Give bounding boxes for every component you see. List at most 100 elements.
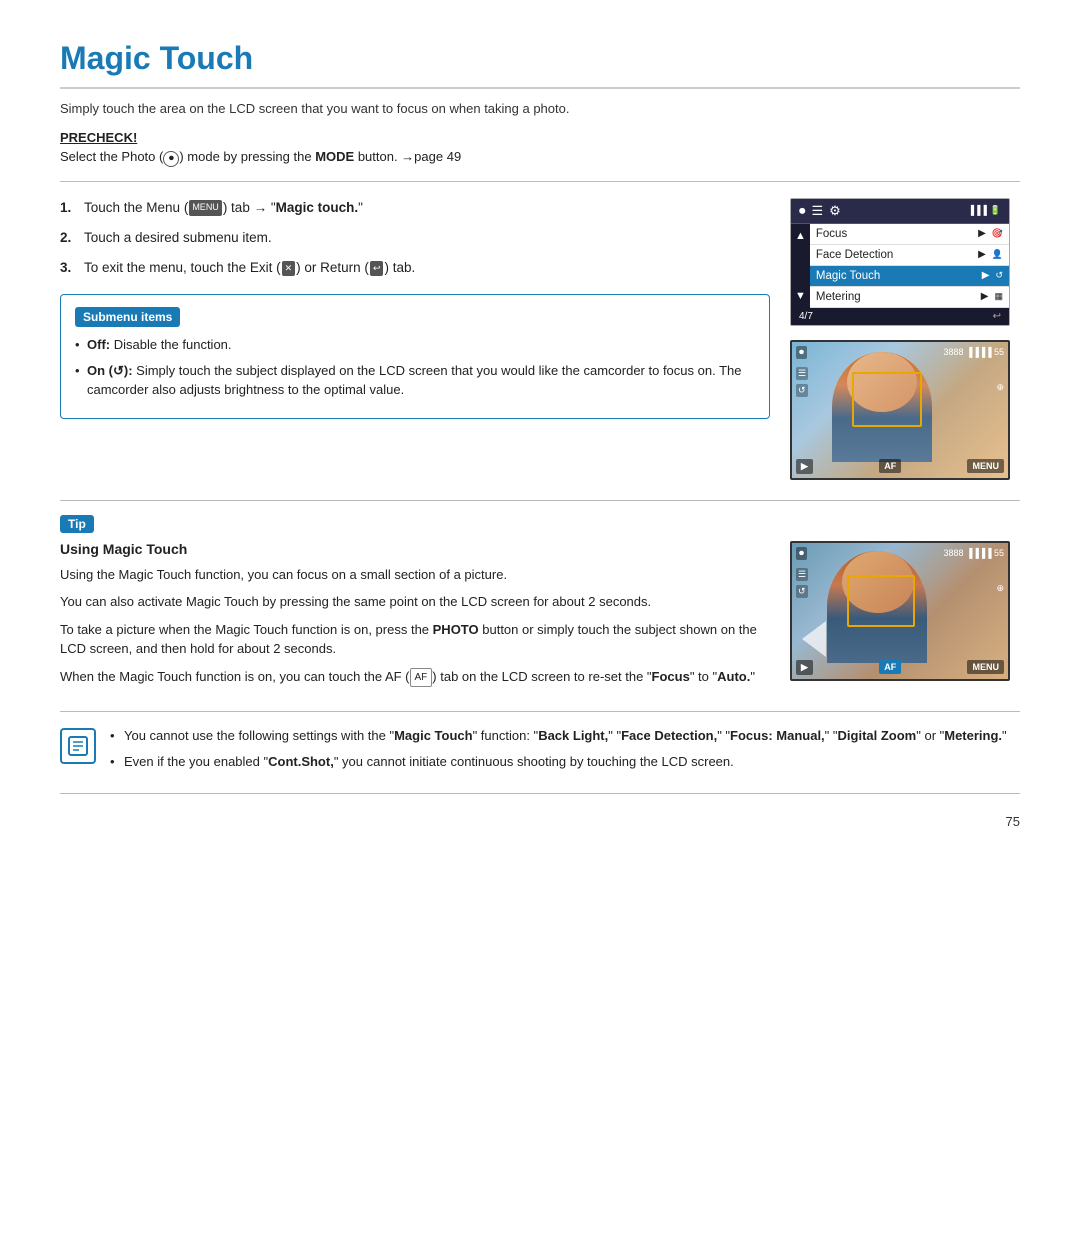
page-number: 75	[60, 814, 1020, 829]
return-icon: ↩	[370, 261, 384, 277]
photo-mode-icon: ⏺	[163, 151, 179, 167]
lcd-af-btn-1[interactable]: AF	[879, 459, 901, 473]
lcd-zoom-icon-2: ⊕	[996, 583, 1004, 594]
lcd-mode-icon-2: ↺	[796, 585, 808, 598]
tip-para-3: To take a picture when the Magic Touch f…	[60, 620, 770, 659]
focus-box-1	[852, 372, 922, 427]
tip-label-wrapper: Tip	[60, 515, 1020, 541]
lcd-photo-icon-2: ☰	[796, 568, 808, 581]
tip-para-4: When the Magic Touch function is on, you…	[60, 667, 770, 687]
notes-body: You cannot use the following settings wi…	[110, 726, 1020, 779]
menu-row-magic-arrow: ▶	[982, 270, 990, 281]
af-button-label: AF	[410, 668, 433, 687]
notes-section: You cannot use the following settings wi…	[60, 711, 1020, 794]
lcd-menu-btn-2[interactable]: MENU	[967, 660, 1004, 674]
lcd-zoom-icon-1: ⊕	[996, 382, 1004, 393]
battery-signal-icons: ▐▐▐ 🔋	[968, 205, 1001, 216]
lcd-mode-icon-1: ↺	[796, 384, 808, 397]
menu-nav-col: ▲ ▼	[791, 224, 810, 308]
lcd-right-icons-1: ⊕	[996, 382, 1004, 393]
camera-icon: ⏺	[799, 203, 806, 219]
menu-row-magic-icon: ↺	[995, 270, 1003, 281]
tip-body: Using the Magic Touch function, you can …	[60, 565, 770, 687]
menu-row-focus-arrow: ▶	[978, 228, 986, 239]
precheck-label: PRECHECK!	[60, 130, 1020, 145]
note-svg-icon	[66, 734, 90, 758]
tip-right-col: ⏺ 3888 ▐▐▐▐ 55 ☰ ↺ ⊕ ▶ AF MENU	[790, 541, 1020, 695]
note-item-2: Even if the you enabled "Cont.Shot," you…	[110, 752, 1020, 772]
menu-row-focus-label: Focus	[816, 228, 972, 240]
notes-list: You cannot use the following settings wi…	[110, 726, 1020, 772]
left-column: 1. Touch the Menu (MENU) tab → "Magic to…	[60, 198, 770, 480]
step-3-text: To exit the menu, touch the Exit (✕) or …	[84, 258, 415, 278]
menu-row-magic-touch[interactable]: Magic Touch ▶ ↺	[810, 266, 1009, 287]
submenu-header: Submenu items	[75, 307, 180, 327]
lcd-left-icons-1: ☰ ↺	[796, 367, 808, 397]
lcd-menu-btn-1[interactable]: MENU	[967, 459, 1004, 473]
step-1-text: Touch the Menu (MENU) tab → "Magic touch…	[84, 198, 363, 218]
submenu-item-off: Off: Disable the function.	[75, 335, 755, 355]
menu-row-magic-label: Magic Touch	[816, 270, 976, 282]
lcd-bottom-bar-1: ▶ AF MENU	[796, 459, 1004, 474]
submenu-items-list: Off: Disable the function. On (↺): Simpl…	[75, 335, 755, 400]
gear-icon: ⚙	[829, 203, 841, 219]
lcd-bottom-bar-2: ▶ AF MENU	[796, 660, 1004, 675]
step-3-num: 3.	[60, 258, 78, 278]
lcd-screenshot-1: ⏺ 3888 ▐▐▐▐ 55 ☰ ↺ ⊕ ▶ AF MENU	[790, 340, 1010, 480]
lcd-top-right-1: 3888 ▐▐▐▐ 55	[943, 347, 1004, 357]
step-2: 2. Touch a desired submenu item.	[60, 228, 770, 248]
menu-row-metering-label: Metering	[816, 291, 975, 303]
menu-row-metering-icon: ▦	[994, 291, 1003, 302]
menu-row-metering-arrow: ▶	[981, 291, 989, 302]
tip-section: Tip Using Magic Touch Using the Magic To…	[60, 500, 1020, 695]
lcd-top-bar-2: ⏺ 3888 ▐▐▐▐ 55	[796, 547, 1004, 560]
tip-para-2: You can also activate Magic Touch by pre…	[60, 592, 770, 612]
menu-back-icon[interactable]: ↩	[993, 311, 1001, 322]
lcd-af-btn-2[interactable]: AF	[879, 660, 901, 674]
menu-row-face-icon: 👤	[992, 249, 1003, 260]
menu-row-focus[interactable]: Focus ▶ 🎯	[810, 224, 1009, 245]
lcd-camera-icon-2: ⏺	[796, 547, 807, 560]
menu-row-metering[interactable]: Metering ▶ ▦	[810, 287, 1009, 308]
touch-arrow	[802, 621, 826, 657]
step-3: 3. To exit the menu, touch the Exit (✕) …	[60, 258, 770, 278]
right-column: ⏺ ☰ ⚙ ▐▐▐ 🔋 ▲ ▼ Focus ▶	[790, 198, 1020, 480]
tip-left-col: Using Magic Touch Using the Magic Touch …	[60, 541, 770, 695]
nav-up-icon[interactable]: ▲	[795, 230, 806, 242]
intro-text: Simply touch the area on the LCD screen …	[60, 101, 1020, 116]
steps-list: 1. Touch the Menu (MENU) tab → "Magic to…	[60, 198, 770, 279]
lcd-camera-icon-1: ⏺	[796, 346, 807, 359]
menu-row-face-arrow: ▶	[978, 249, 986, 260]
submenu-box: Submenu items Off: Disable the function.…	[60, 294, 770, 419]
lcd-screenshot-2: ⏺ 3888 ▐▐▐▐ 55 ☰ ↺ ⊕ ▶ AF MENU	[790, 541, 1010, 681]
lcd-photo-icon-1: ☰	[796, 367, 808, 380]
submenu-item-on: On (↺): Simply touch the subject display…	[75, 361, 755, 400]
menu-row-face-label: Face Detection	[816, 249, 972, 261]
lcd-top-bar-1: ⏺ 3888 ▐▐▐▐ 55	[796, 346, 1004, 359]
menu-row-focus-icon: 🎯	[992, 228, 1003, 239]
main-content: 1. Touch the Menu (MENU) tab → "Magic to…	[60, 198, 1020, 480]
list-icon: ☰	[812, 203, 824, 219]
menu-top-bar: ⏺ ☰ ⚙ ▐▐▐ 🔋	[791, 199, 1009, 224]
lcd-top-right-2: 3888 ▐▐▐▐ 55	[943, 548, 1004, 558]
step-1: 1. Touch the Menu (MENU) tab → "Magic to…	[60, 198, 770, 218]
step-2-text: Touch a desired submenu item.	[84, 228, 272, 248]
menu-screenshot: ⏺ ☰ ⚙ ▐▐▐ 🔋 ▲ ▼ Focus ▶	[790, 198, 1010, 326]
tip-para-1: Using the Magic Touch function, you can …	[60, 565, 770, 585]
signal-icon: ▐▐▐	[968, 205, 987, 216]
tip-label: Tip	[60, 515, 94, 533]
tip-title: Using Magic Touch	[60, 541, 770, 557]
lcd-play-btn-1[interactable]: ▶	[796, 459, 813, 474]
lcd-play-btn-2[interactable]: ▶	[796, 660, 813, 675]
menu-counter: 4/7	[799, 311, 813, 322]
menu-icon: MENU	[189, 200, 222, 216]
nav-down-icon[interactable]: ▼	[795, 290, 806, 302]
battery-icon: 🔋	[990, 205, 1001, 216]
menu-rows: Focus ▶ 🎯 Face Detection ▶ 👤 Magic Touch…	[810, 224, 1009, 308]
menu-row-face-detection[interactable]: Face Detection ▶ 👤	[810, 245, 1009, 266]
menu-top-icons: ⏺ ☰ ⚙	[799, 203, 841, 219]
lcd-right-icons-2: ⊕	[996, 583, 1004, 594]
menu-bottom-bar: 4/7 ↩	[791, 308, 1009, 325]
exit-icon: ✕	[282, 261, 296, 277]
precheck-text: Select the Photo (⏺) mode by pressing th…	[60, 149, 1020, 182]
